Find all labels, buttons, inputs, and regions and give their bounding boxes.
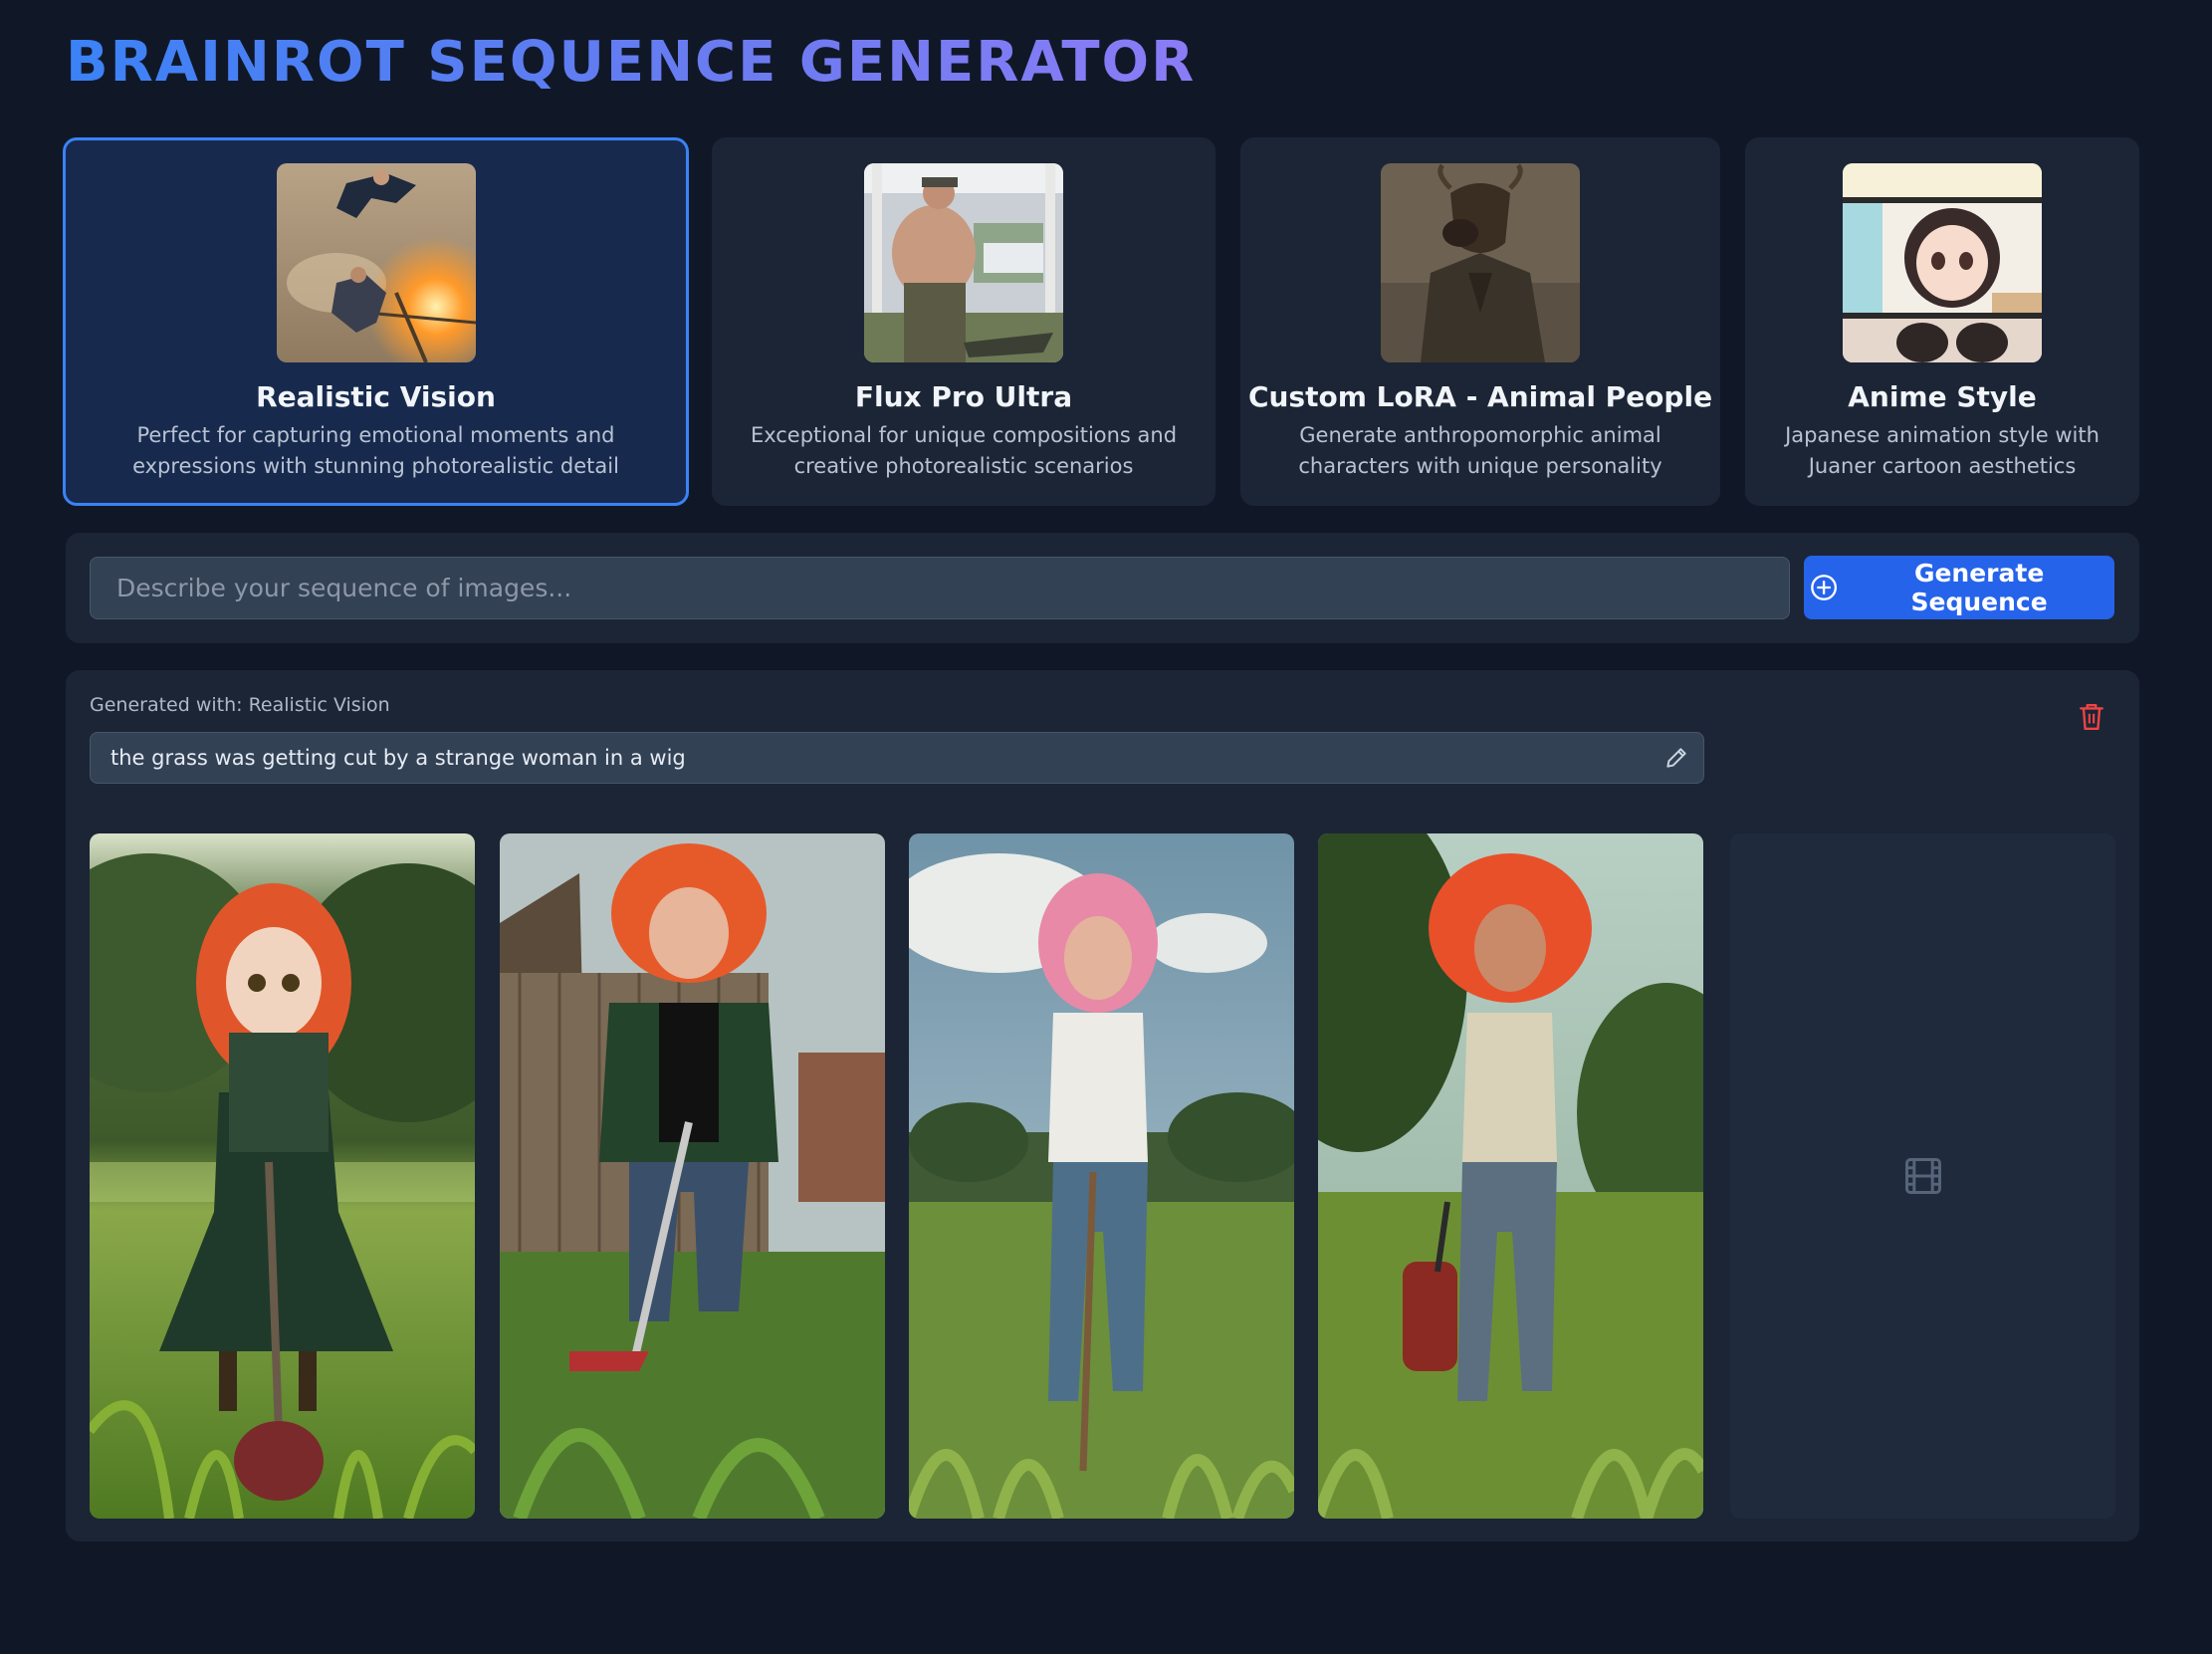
film-icon <box>1905 1158 1941 1194</box>
model-card-custom-lora-animal-people[interactable]: Custom LoRA - Animal People Generate ant… <box>1240 137 1720 506</box>
model-card-title: Anime Style <box>1848 380 2037 413</box>
action-scene-thumbnail <box>276 163 476 362</box>
anime-comic-thumbnail <box>1843 163 2042 362</box>
model-card-description: Perfect for capturing emotional moments … <box>132 423 619 478</box>
sequence-prompt-input[interactable] <box>90 557 1790 619</box>
model-card-description: Japanese animation style with Juaner car… <box>1785 423 2100 478</box>
model-card-title: Flux Pro Ultra <box>854 380 1073 413</box>
generate-sequence-button[interactable]: Generate Sequence <box>1804 556 2114 619</box>
model-card-realistic-vision[interactable]: Realistic Vision Perfect for capturing e… <box>63 137 689 506</box>
sequence-prompt-text: the grass was getting cut by a strange w… <box>111 746 686 770</box>
pencil-icon[interactable] <box>1663 745 1689 771</box>
man-with-alligator-thumbnail <box>864 163 1063 362</box>
model-card-title: Custom LoRA - Animal People <box>1247 380 1713 413</box>
generate-button-label: Generate Sequence <box>1910 559 2048 616</box>
generated-with-label: Generated with: Realistic Vision <box>90 694 390 716</box>
app-title: BRAINROT SEQUENCE GENERATOR <box>66 30 1197 95</box>
model-card-description: Generate anthropomorphic animal characte… <box>1298 423 1662 478</box>
sequence-prompt-display[interactable]: the grass was getting cut by a strange w… <box>90 732 1704 784</box>
sequence-result-panel: Generated with: Realistic Vision the gra… <box>66 670 2139 1541</box>
sequence-frame-4[interactable] <box>1318 833 1703 1519</box>
sequence-frame-3[interactable] <box>909 833 1294 1519</box>
trash-icon[interactable] <box>2079 702 2104 732</box>
model-card-title: Realistic Vision <box>256 380 496 413</box>
plus-circle-icon <box>1811 575 1838 600</box>
prompt-panel: Generate Sequence <box>66 533 2139 643</box>
sequence-frame-placeholder <box>1730 833 2115 1519</box>
sequence-frame-2[interactable] <box>500 833 885 1519</box>
model-card-anime-style[interactable]: Anime Style Japanese animation style wit… <box>1745 137 2139 506</box>
model-card-description: Exceptional for unique compositions and … <box>750 423 1178 478</box>
bull-in-suit-thumbnail <box>1381 163 1580 362</box>
model-card-flux-pro-ultra[interactable]: Flux Pro Ultra Exceptional for unique co… <box>712 137 1216 506</box>
sequence-frame-1[interactable] <box>90 833 475 1519</box>
